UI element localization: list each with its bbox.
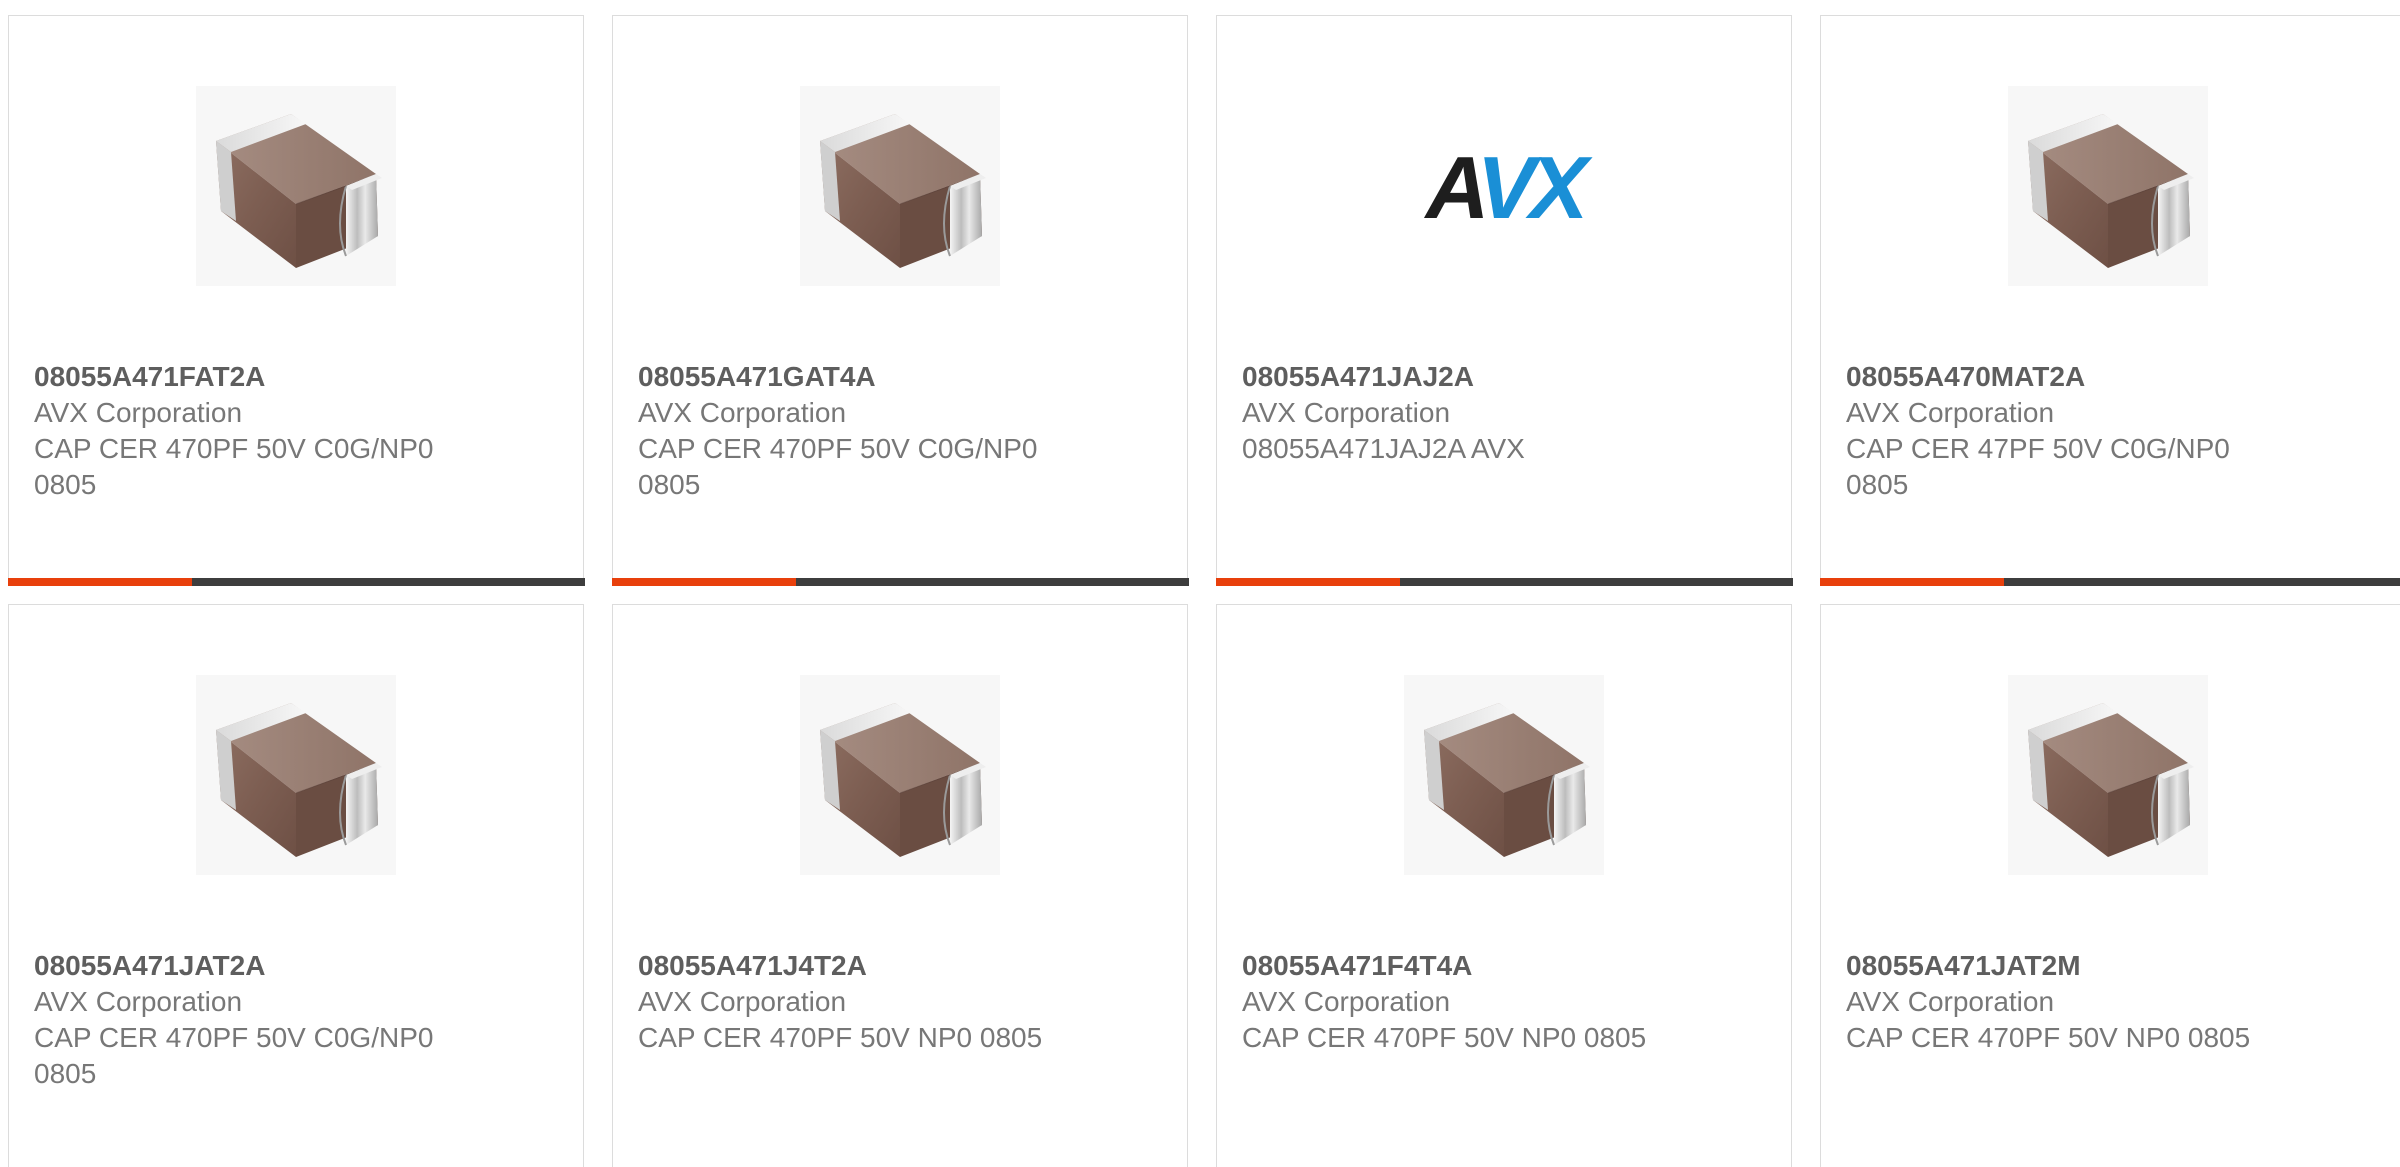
product-card[interactable]: AVX 08055A471JAJ2A AVX Corporation 08055… (1215, 15, 1793, 586)
product-info: 08055A471FAT2A AVX Corporation CAP CER 4… (34, 359, 474, 503)
capacitor-image[interactable] (800, 86, 1000, 286)
part-number[interactable]: 08055A470MAT2A (1846, 359, 2286, 395)
product-card[interactable]: 08055A470MAT2A AVX Corporation CAP CER 4… (1819, 15, 2400, 586)
manufacturer: AVX Corporation (34, 397, 243, 428)
product-card[interactable]: 08055A471JAT2M AVX Corporation CAP CER 4… (1820, 604, 2400, 1167)
card-bottom-bar (611, 577, 1189, 586)
avx-logo-text: AVX (1424, 138, 1594, 237)
part-number[interactable]: 08055A471JAJ2A (1242, 359, 1682, 395)
part-number[interactable]: 08055A471GAT4A (638, 359, 1078, 395)
card-accent-bar (1819, 577, 2004, 586)
product-card[interactable]: 08055A471JAT2A AVX Corporation CAP CER 4… (8, 604, 584, 1167)
product-info: 08055A471JAT2M AVX Corporation CAP CER 4… (1846, 948, 2286, 1056)
card-accent-bar (7, 577, 192, 586)
product-info: 08055A471F4T4A AVX Corporation CAP CER 4… (1242, 948, 1682, 1056)
manufacturer: AVX Corporation (1242, 986, 1451, 1017)
description: CAP CER 470PF 50V C0G/NP0 0805 (34, 433, 434, 500)
product-info: 08055A471J4T2A AVX Corporation CAP CER 4… (638, 948, 1078, 1056)
product-info: 08055A470MAT2A AVX Corporation CAP CER 4… (1846, 359, 2286, 503)
card-bottom-bar (7, 577, 585, 586)
manufacturer: AVX Corporation (1846, 986, 2055, 1017)
product-info: 08055A471JAT2A AVX Corporation CAP CER 4… (34, 948, 474, 1092)
product-card[interactable]: 08055A471J4T2A AVX Corporation CAP CER 4… (612, 604, 1188, 1167)
product-card[interactable]: 08055A471FAT2A AVX Corporation CAP CER 4… (7, 15, 585, 586)
part-number[interactable]: 08055A471JAT2M (1846, 948, 2286, 984)
description: 08055A471JAJ2A AVX (1242, 433, 1525, 464)
part-number[interactable]: 08055A471FAT2A (34, 359, 474, 395)
part-number[interactable]: 08055A471F4T4A (1242, 948, 1682, 984)
card-accent-bar (611, 577, 796, 586)
product-grid: 08055A471FAT2A AVX Corporation CAP CER 4… (0, 0, 2400, 1167)
product-info: 08055A471JAJ2A AVX Corporation 08055A471… (1242, 359, 1682, 467)
description: CAP CER 470PF 50V NP0 0805 (638, 1022, 1043, 1053)
capacitor-image[interactable] (800, 675, 1000, 875)
avx-logo[interactable]: AVX (1404, 86, 1604, 286)
part-number[interactable]: 08055A471J4T2A (638, 948, 1078, 984)
manufacturer: AVX Corporation (34, 986, 243, 1017)
product-info: 08055A471GAT4A AVX Corporation CAP CER 4… (638, 359, 1078, 503)
manufacturer: AVX Corporation (638, 397, 847, 428)
card-bottom-bar (1819, 577, 2400, 586)
capacitor-image[interactable] (1404, 675, 1604, 875)
description: CAP CER 470PF 50V C0G/NP0 0805 (34, 1022, 434, 1089)
card-bottom-bar (1215, 577, 1793, 586)
manufacturer: AVX Corporation (638, 986, 847, 1017)
product-card[interactable]: 08055A471GAT4A AVX Corporation CAP CER 4… (611, 15, 1189, 586)
card-accent-bar (1215, 577, 1400, 586)
manufacturer: AVX Corporation (1242, 397, 1451, 428)
product-card[interactable]: 08055A471F4T4A AVX Corporation CAP CER 4… (1216, 604, 1792, 1167)
part-number[interactable]: 08055A471JAT2A (34, 948, 474, 984)
capacitor-image[interactable] (2008, 86, 2208, 286)
capacitor-image[interactable] (196, 86, 396, 286)
manufacturer: AVX Corporation (1846, 397, 2055, 428)
description: CAP CER 470PF 50V NP0 0805 (1242, 1022, 1647, 1053)
capacitor-image[interactable] (196, 675, 396, 875)
description: CAP CER 470PF 50V NP0 0805 (1846, 1022, 2251, 1053)
description: CAP CER 470PF 50V C0G/NP0 0805 (638, 433, 1038, 500)
description: CAP CER 47PF 50V C0G/NP0 0805 (1846, 433, 2230, 500)
capacitor-image[interactable] (2008, 675, 2208, 875)
